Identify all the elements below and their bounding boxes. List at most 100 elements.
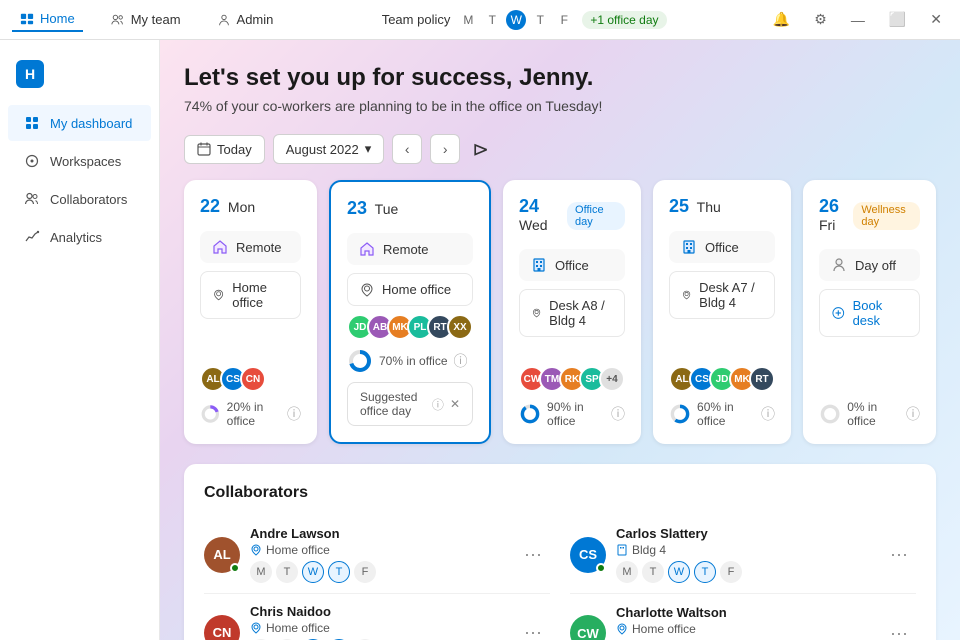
tab-my-team[interactable]: My team: [103, 8, 189, 31]
sidebar-item-collaborators[interactable]: Collaborators: [8, 181, 151, 217]
in-office-stat-thu: 60% in office ⓘ: [669, 400, 775, 428]
collab-day: M: [250, 561, 272, 583]
team-policy: Team policy M T W T F +1 office day: [382, 10, 667, 30]
sidebar-item-analytics[interactable]: Analytics: [8, 219, 151, 255]
collab-avatar-charlotte: CW: [570, 615, 606, 640]
donut-chart-tue: [347, 348, 373, 374]
status-chip-tue: Remote: [347, 233, 473, 265]
collaborator-row-charlotte: CW Charlotte Waltson Home office: [570, 594, 916, 640]
avatars-thu: AL CS JD MK RT: [669, 366, 775, 392]
people-icon: [111, 13, 125, 27]
donut-chart-fri: [819, 401, 841, 427]
status-chip-mon: Remote: [200, 231, 301, 263]
wellness-day-badge: Wellness day: [853, 202, 920, 230]
collab-avatar-chris: CN: [204, 615, 240, 640]
online-indicator: [596, 563, 606, 573]
policy-days: M T W T F: [458, 10, 574, 30]
maximize-button[interactable]: ⬜: [883, 7, 912, 32]
day-card-wed: 24 Wed Office day Office: [503, 180, 641, 444]
avatar: XX: [447, 314, 473, 340]
collaborators-grid: AL Andre Lawson Home office: [204, 516, 916, 640]
app-logo: H: [0, 48, 159, 104]
collab-day: W: [668, 561, 690, 583]
online-indicator: [230, 563, 240, 573]
day-card-fri: 26 Fri Wellness day Day off: [803, 180, 936, 444]
office-day-badge: Office day: [567, 202, 625, 230]
prev-month-button[interactable]: ‹: [392, 134, 422, 164]
avatar: CN: [240, 366, 266, 392]
dashboard-icon: [24, 115, 40, 131]
day-card-thu: 25 Thu Office: [653, 180, 791, 444]
location-chip-mon: Home office: [200, 271, 301, 319]
welcome-title: Let's set you up for success, Jenny.: [184, 64, 936, 92]
day-card-tue: 23 Tue Remote Home office JD: [329, 180, 491, 444]
suggested-banner: Suggested office day ⓘ ✕: [347, 382, 473, 426]
day-header-mon: 22 Mon: [200, 196, 301, 217]
next-month-button[interactable]: ›: [430, 134, 460, 164]
dismiss-suggested-button[interactable]: ✕: [450, 397, 460, 411]
status-chip-wed: Office: [519, 249, 625, 281]
month-selector[interactable]: August 2022 ▾: [273, 134, 385, 164]
day-card-mon: 22 Mon Remote Home office AL: [184, 180, 317, 444]
collab-more-button-carlos[interactable]: ···: [882, 540, 916, 569]
avatars-mon: AL CS CN: [200, 366, 301, 392]
collab-day: M: [616, 561, 638, 583]
welcome-subtitle: 74% of your co-workers are planning to b…: [184, 98, 936, 114]
plus-icon: [832, 306, 845, 320]
collab-day: T: [642, 561, 664, 583]
admin-icon: [217, 13, 231, 27]
notification-button[interactable]: 🔔: [767, 7, 796, 32]
sidebar-item-dashboard[interactable]: My dashboard: [8, 105, 151, 141]
pin-icon-small: [250, 622, 262, 634]
collaborators-title: Collaborators: [204, 484, 916, 502]
collab-days-carlos: M T W T F: [616, 561, 882, 583]
avatar-extra: +4: [599, 366, 625, 392]
location-chip-tue: Home office: [347, 273, 473, 306]
filter-icon[interactable]: ⊳: [472, 137, 489, 162]
policy-day-t: T: [482, 10, 502, 30]
titlebar-actions: 🔔 ⚙ — ⬜ ✕: [767, 7, 948, 32]
day-header-thu: 25 Thu: [669, 196, 775, 217]
settings-button[interactable]: ⚙: [808, 7, 833, 32]
collaborators-icon: [24, 191, 40, 207]
titlebar-tabs: Home My team Admin: [12, 7, 281, 32]
collab-day: T: [694, 561, 716, 583]
collab-days-andre: M T W T F: [250, 561, 516, 583]
pin-icon-thu: [682, 288, 691, 302]
main-content: Let's set you up for success, Jenny. 74%…: [160, 40, 960, 640]
location-chip-thu: Desk A7 / Bldg 4: [669, 271, 775, 319]
book-desk-button[interactable]: Book desk: [819, 289, 920, 337]
today-button[interactable]: Today: [184, 135, 265, 164]
office-badge: +1 office day: [582, 11, 666, 29]
status-chip-thu: Office: [669, 231, 775, 263]
tab-admin[interactable]: Admin: [209, 8, 282, 31]
logo-icon: H: [16, 60, 44, 88]
minimize-button[interactable]: —: [845, 8, 871, 32]
pin-icon-tue: [360, 283, 374, 297]
analytics-icon: [24, 229, 40, 245]
collab-day: W: [302, 561, 324, 583]
avatar: RT: [749, 366, 775, 392]
pin-icon-wed: [532, 306, 541, 320]
collaborator-row-carlos: CS Carlos Slattery Bldg 4: [570, 516, 916, 594]
titlebar: Home My team Admin Team policy M T W T: [0, 0, 960, 40]
collab-more-button-charlotte[interactable]: ···: [882, 619, 916, 640]
pin-icon-small: [250, 544, 262, 556]
policy-day-t2: T: [530, 10, 550, 30]
sidebar: H My dashboard Workspaces: [0, 40, 160, 640]
collab-info-charlotte: Charlotte Waltson Home office M T W: [616, 605, 882, 640]
collab-more-button-andre[interactable]: ···: [516, 540, 550, 569]
home-status-icon: [212, 239, 228, 255]
building-icon-thu: [681, 239, 697, 255]
day-header-fri: 26 Fri Wellness day: [819, 196, 920, 235]
collab-more-button-chris[interactable]: ···: [516, 618, 550, 640]
person-icon-fri: [831, 257, 847, 273]
in-office-stat-wed: 90% in office ⓘ: [519, 400, 625, 428]
pin-icon-mon: [213, 288, 224, 302]
sidebar-item-workspaces[interactable]: Workspaces: [8, 143, 151, 179]
collaborators-section: Collaborators AL Andre Lawson: [184, 464, 936, 640]
tab-home[interactable]: Home: [12, 7, 83, 32]
donut-chart-wed: [519, 401, 541, 427]
in-office-stat-tue: 70% in office ⓘ: [347, 348, 473, 374]
close-button[interactable]: ✕: [924, 7, 948, 32]
